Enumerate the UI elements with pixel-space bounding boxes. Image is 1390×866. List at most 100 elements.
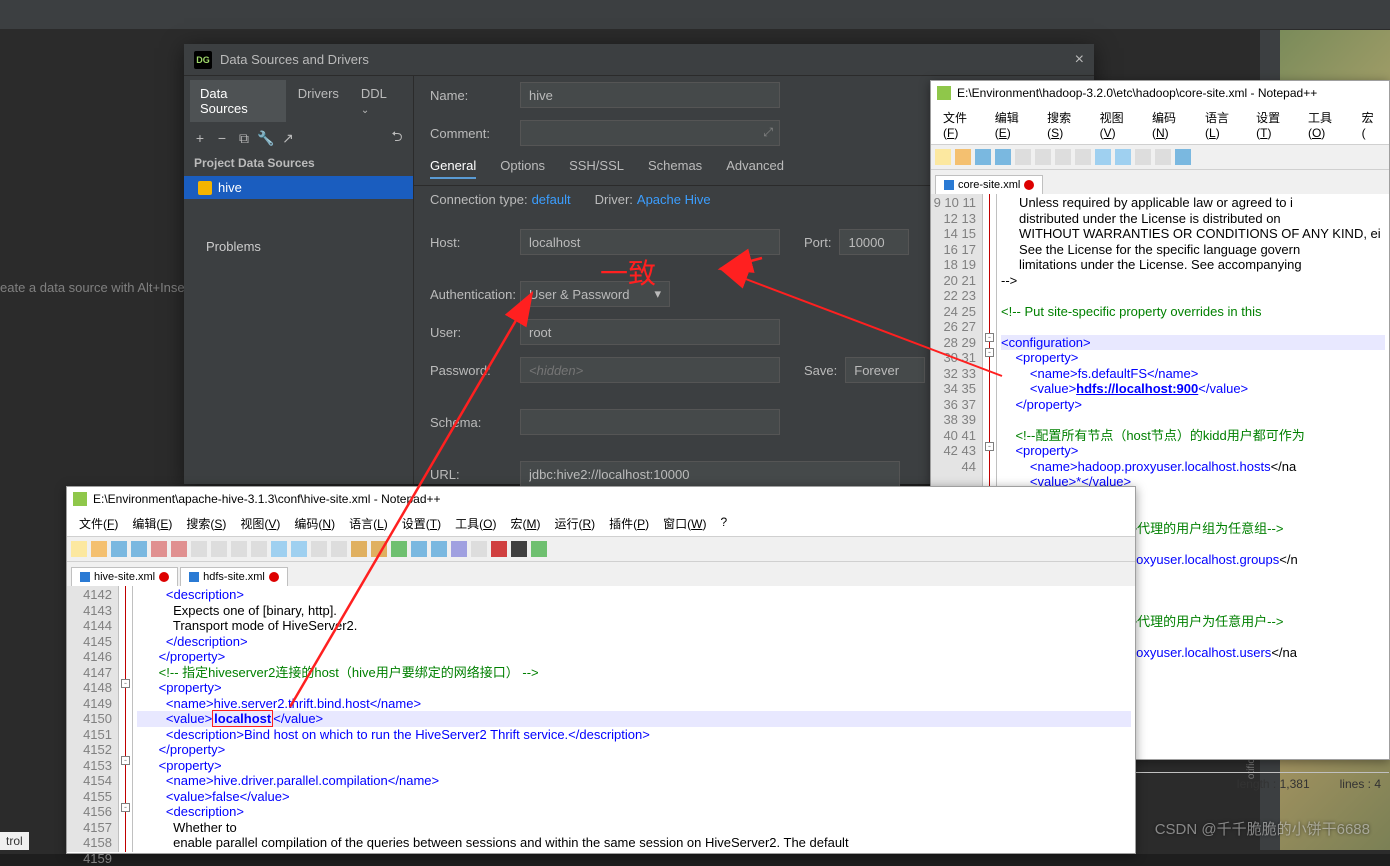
add-icon[interactable]: + <box>192 130 208 146</box>
menu-item[interactable]: 语言(L) <box>343 513 394 534</box>
schema-input[interactable] <box>520 409 780 435</box>
tab-ssh-ssl[interactable]: SSH/SSL <box>569 158 624 179</box>
npp1-fold[interactable]: - - - <box>119 586 133 852</box>
find-icon[interactable] <box>1135 149 1151 165</box>
macro-icon[interactable] <box>471 541 487 557</box>
copy-icon[interactable]: ⧉ <box>236 130 252 146</box>
menu-item[interactable]: 插件(P) <box>603 513 655 534</box>
npp2-titlebar[interactable]: E:\Environment\hadoop-3.2.0\etc\hadoop\c… <box>931 81 1389 105</box>
tab-hive-site[interactable]: hive-site.xml <box>71 567 178 586</box>
menu-item[interactable]: 运行(R) <box>548 513 601 534</box>
menu-item[interactable]: 搜索(S) <box>1041 107 1091 142</box>
tab-general[interactable]: General <box>430 158 476 179</box>
npp1-menubar[interactable]: 文件(F)编辑(E)搜索(S)视图(V)编码(N)语言(L)设置(T)工具(O)… <box>67 511 1135 536</box>
save-select[interactable]: Forever <box>845 357 925 383</box>
print-icon[interactable] <box>1015 149 1031 165</box>
conntype-value[interactable]: default <box>532 192 571 207</box>
replace-icon[interactable] <box>331 541 347 557</box>
fold-box-icon[interactable]: - <box>985 333 994 342</box>
menu-item[interactable]: 编辑(E) <box>989 107 1039 142</box>
wrap-icon[interactable] <box>411 541 427 557</box>
zoom-in-icon[interactable] <box>351 541 367 557</box>
menu-item[interactable]: 宏(M) <box>504 513 546 534</box>
npp2-menubar[interactable]: 文件(F)编辑(E)搜索(S)视图(V)编码(N)语言(L)设置(T)工具(O)… <box>931 105 1389 144</box>
save-icon[interactable] <box>111 541 127 557</box>
name-input[interactable] <box>520 82 780 108</box>
redo-icon[interactable] <box>291 541 307 557</box>
user-input[interactable] <box>520 319 780 345</box>
close-icon[interactable] <box>151 541 167 557</box>
menu-item[interactable]: 文件(F) <box>73 513 124 534</box>
close-all-icon[interactable] <box>171 541 187 557</box>
undo-icon[interactable] <box>271 541 287 557</box>
password-input[interactable] <box>520 357 780 383</box>
save-icon[interactable] <box>975 149 991 165</box>
fold-box-icon[interactable]: - <box>985 348 994 357</box>
open-file-icon[interactable] <box>955 149 971 165</box>
npp1-titlebar[interactable]: E:\Environment\apache-hive-3.1.3\conf\hi… <box>67 487 1135 511</box>
menu-item[interactable]: 文件(F) <box>937 107 987 142</box>
tab-options[interactable]: Options <box>500 158 545 179</box>
collapse-icon[interactable]: ⮌ <box>389 130 405 146</box>
menu-item[interactable]: 搜索(S) <box>180 513 232 534</box>
url-input[interactable] <box>520 461 900 487</box>
npp1-toolbar[interactable] <box>67 536 1135 562</box>
undo-icon[interactable] <box>1095 149 1111 165</box>
menu-item[interactable]: 编码(N) <box>1146 107 1197 142</box>
comment-input[interactable]: ⤢ <box>520 120 780 146</box>
menu-item[interactable]: 视图(V) <box>234 513 286 534</box>
cut-icon[interactable] <box>211 541 227 557</box>
fold-box-icon[interactable]: - <box>121 803 130 812</box>
indent-guide-icon[interactable] <box>451 541 467 557</box>
new-file-icon[interactable] <box>71 541 87 557</box>
menu-item[interactable]: ? <box>714 513 733 534</box>
menu-item[interactable]: 工具(O) <box>449 513 502 534</box>
open-file-icon[interactable] <box>91 541 107 557</box>
menu-item[interactable]: 编辑(E) <box>126 513 178 534</box>
show-all-icon[interactable] <box>431 541 447 557</box>
tools-icon[interactable]: 🔧 <box>258 130 274 146</box>
copy-icon[interactable] <box>231 541 247 557</box>
close-icon[interactable]: × <box>1075 51 1084 69</box>
sync-icon[interactable] <box>391 541 407 557</box>
paste-icon[interactable] <box>251 541 267 557</box>
datasource-item-hive[interactable]: hive <box>184 176 413 199</box>
expand-icon[interactable]: ⤢ <box>763 125 773 140</box>
port-input[interactable] <box>839 229 909 255</box>
fold-box-icon[interactable]: - <box>985 442 994 451</box>
menu-item[interactable]: 窗口(W) <box>657 513 712 534</box>
replace-icon[interactable] <box>1155 149 1171 165</box>
menu-item[interactable]: 语言(L) <box>1199 107 1248 142</box>
paste-icon[interactable] <box>1075 149 1091 165</box>
stop-icon[interactable] <box>511 541 527 557</box>
menu-item[interactable]: 设置(T) <box>1250 107 1300 142</box>
new-file-icon[interactable] <box>935 149 951 165</box>
remove-icon[interactable]: − <box>214 130 230 146</box>
driver-value[interactable]: Apache Hive <box>637 192 711 207</box>
tab-drivers[interactable]: Drivers <box>288 80 349 122</box>
dialog-titlebar[interactable]: DG Data Sources and Drivers × <box>184 44 1094 76</box>
zoom-icon[interactable] <box>1175 149 1191 165</box>
redo-icon[interactable] <box>1115 149 1131 165</box>
menu-item[interactable]: 宏( <box>1356 107 1383 142</box>
menu-item[interactable]: 视图(V) <box>1094 107 1144 142</box>
problems-item[interactable]: Problems <box>184 233 413 260</box>
tab-core-site[interactable]: core-site.xml <box>935 175 1043 194</box>
zoom-out-icon[interactable] <box>371 541 387 557</box>
cut-icon[interactable] <box>1035 149 1051 165</box>
fold-box-icon[interactable]: - <box>121 756 130 765</box>
save-all-icon[interactable] <box>131 541 147 557</box>
tab-data-sources[interactable]: Data Sources <box>190 80 286 122</box>
record-icon[interactable] <box>491 541 507 557</box>
tab-advanced[interactable]: Advanced <box>726 158 784 179</box>
tab-ddl[interactable]: DDL ⌄ <box>351 80 407 122</box>
tab-schemas[interactable]: Schemas <box>648 158 702 179</box>
npp2-toolbar[interactable] <box>931 144 1389 170</box>
menu-item[interactable]: 工具(O) <box>1302 107 1354 142</box>
npp1-editor[interactable]: 4142 4143 4144 4145 4146 4147 4148 4149 … <box>67 586 1135 852</box>
print-icon[interactable] <box>191 541 207 557</box>
copy-icon[interactable] <box>1055 149 1071 165</box>
export-icon[interactable]: ↗ <box>280 130 296 146</box>
menu-item[interactable]: 设置(T) <box>396 513 447 534</box>
play-icon[interactable] <box>531 541 547 557</box>
